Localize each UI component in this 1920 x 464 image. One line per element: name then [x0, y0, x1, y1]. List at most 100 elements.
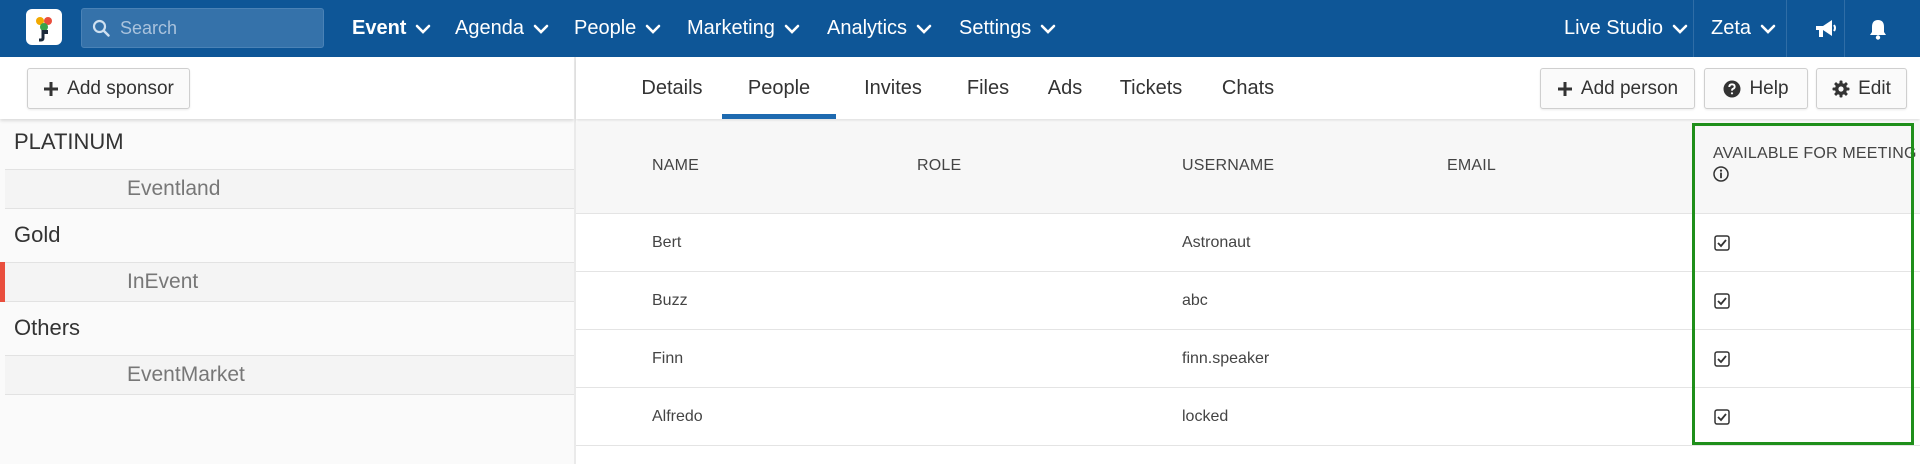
top-navbar: Event Agenda People Marketing Analytics …: [0, 0, 1920, 57]
tab-details[interactable]: Details: [628, 57, 716, 119]
table-row[interactable]: Alfredo locked: [576, 388, 1920, 446]
column-header-email[interactable]: EMAIL: [1447, 157, 1496, 175]
info-icon[interactable]: [1713, 166, 1729, 182]
add-person-button[interactable]: Add person: [1540, 68, 1695, 109]
nav-user-label: Zeta: [1711, 17, 1752, 39]
column-header-name[interactable]: NAME: [652, 157, 699, 175]
nav-people-label: People: [574, 17, 637, 39]
nav-divider: [1693, 0, 1694, 57]
cell-username: locked: [1182, 408, 1229, 425]
cell-name: Alfredo: [652, 408, 703, 425]
chevron-down-icon: [416, 24, 431, 34]
sidebar-header: Add sponsor: [0, 57, 574, 119]
help-button[interactable]: Help: [1704, 68, 1808, 109]
cell-name: Finn: [652, 350, 684, 367]
chevron-down-icon: [1672, 24, 1688, 34]
tab-label: Details: [641, 76, 703, 99]
tab-people[interactable]: People: [722, 57, 836, 119]
sponsor-sidebar: Add sponsor PLATINUM Eventland Gold InEv…: [0, 57, 574, 464]
nav-settings-label: Settings: [959, 17, 1032, 39]
search-icon: [92, 19, 110, 37]
column-header-available-label: AVAILABLE FOR MEETING: [1713, 145, 1917, 162]
nav-marketing-label: Marketing: [687, 17, 775, 39]
active-item-marker: [0, 262, 5, 302]
nav-live-studio[interactable]: Live Studio: [1564, 0, 1688, 57]
group-title-gold: Gold: [14, 222, 61, 247]
nav-divider: [1786, 0, 1787, 57]
chevron-down-icon: [1040, 24, 1056, 34]
chevron-down-icon: [916, 24, 932, 34]
column-header-role[interactable]: ROLE: [917, 157, 961, 175]
column-header-username[interactable]: USERNAME: [1182, 157, 1274, 175]
tab-ads[interactable]: Ads: [1034, 57, 1096, 119]
tab-chats[interactable]: Chats: [1206, 57, 1290, 119]
add-person-label: Add person: [1580, 77, 1679, 99]
tab-files[interactable]: Files: [950, 57, 1026, 119]
help-label: Help: [1749, 77, 1789, 99]
table-row[interactable]: Buzz abc: [576, 272, 1920, 330]
app-logo[interactable]: [26, 9, 62, 45]
sponsor-item-inevent[interactable]: InEvent: [5, 262, 574, 302]
table-row[interactable]: Bert Astronaut: [576, 214, 1920, 272]
sponsor-item-label: InEvent: [127, 270, 199, 293]
tab-label: Chats: [1221, 76, 1275, 99]
tab-label: Invites: [864, 76, 922, 99]
people-table: NAME ROLE USERNAME EMAIL AVAILABLE FOR M…: [576, 122, 1920, 464]
chevron-down-icon: [784, 24, 800, 34]
add-sponsor-button[interactable]: Add sponsor: [27, 68, 190, 109]
add-sponsor-label: Add sponsor: [67, 77, 174, 99]
chevron-down-icon: [533, 24, 549, 34]
search-input[interactable]: [120, 17, 310, 39]
nav-divider: [1844, 0, 1845, 57]
nav-marketing[interactable]: Marketing: [687, 0, 800, 57]
nav-analytics[interactable]: Analytics: [827, 0, 932, 57]
plus-icon: [1557, 81, 1572, 96]
tabs-bar: Details People Invites Files Ads Tickets…: [576, 57, 1920, 119]
nav-settings[interactable]: Settings: [959, 0, 1056, 57]
tab-invites[interactable]: Invites: [844, 57, 942, 119]
plus-icon: [44, 81, 59, 96]
nav-user-menu[interactable]: Zeta: [1711, 0, 1776, 57]
nav-agenda-label: Agenda: [455, 17, 524, 39]
gear-icon: [1832, 80, 1850, 97]
tab-label: Files: [966, 76, 1010, 99]
column-header-available[interactable]: AVAILABLE FOR MEETING: [1713, 145, 1917, 187]
edit-label: Edit: [1858, 77, 1891, 99]
table-row[interactable]: Finn finn.speaker: [576, 330, 1920, 388]
question-circle-icon: [1723, 80, 1741, 97]
available-checkbox-icon[interactable]: [1714, 293, 1730, 309]
nav-event-label: Event: [352, 17, 407, 39]
tab-label: Tickets: [1119, 76, 1183, 99]
megaphone-icon: [1816, 19, 1836, 37]
sponsor-item-eventland[interactable]: Eventland: [5, 169, 574, 209]
edit-button[interactable]: Edit: [1816, 68, 1907, 109]
announcements-button[interactable]: [1804, 0, 1837, 57]
available-checkbox-icon[interactable]: [1714, 351, 1730, 367]
cell-username: finn.speaker: [1182, 350, 1270, 367]
cell-name: Buzz: [652, 292, 688, 309]
cell-username: abc: [1182, 292, 1208, 309]
sponsor-item-eventmarket[interactable]: EventMarket: [5, 355, 574, 395]
tab-label: People: [747, 76, 811, 99]
nav-event[interactable]: Event: [352, 0, 431, 57]
cell-username: Astronaut: [1182, 234, 1251, 251]
chevron-down-icon: [1760, 24, 1776, 34]
cell-name: Bert: [652, 234, 682, 251]
nav-live-studio-label: Live Studio: [1564, 17, 1663, 39]
tab-tickets[interactable]: Tickets: [1104, 57, 1198, 119]
search-box[interactable]: [81, 8, 324, 48]
nav-agenda[interactable]: Agenda: [455, 0, 549, 57]
available-checkbox-icon[interactable]: [1714, 235, 1730, 251]
group-title-others: Others: [14, 315, 81, 340]
nav-analytics-label: Analytics: [827, 17, 908, 39]
group-title-platinum: PLATINUM: [14, 129, 124, 154]
notifications-button[interactable]: [1859, 0, 1888, 57]
chevron-down-icon: [645, 24, 661, 34]
sponsor-item-label: EventMarket: [127, 363, 245, 386]
logo-icon: [36, 17, 52, 42]
tab-label: Ads: [1047, 76, 1083, 99]
sponsor-item-label: Eventland: [127, 177, 221, 200]
bell-icon: [1870, 19, 1886, 40]
nav-people[interactable]: People: [574, 0, 661, 57]
available-checkbox-icon[interactable]: [1714, 409, 1730, 425]
